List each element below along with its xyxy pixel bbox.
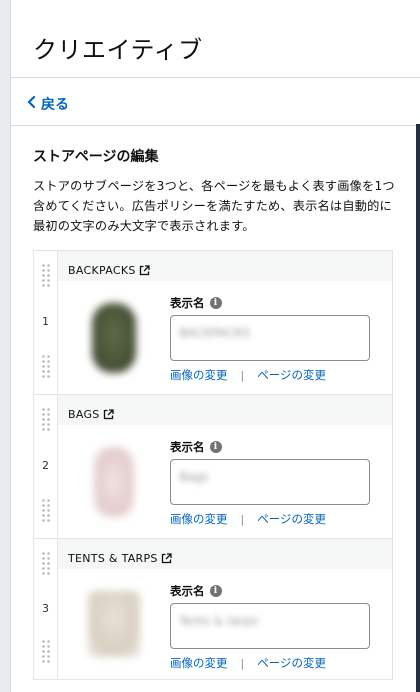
drag-handle-icon xyxy=(40,498,51,524)
section-title: ストアページの編集 xyxy=(33,149,159,165)
display-name-label: 表示名 i xyxy=(170,295,392,311)
subpage-index: 2 xyxy=(42,459,49,472)
drag-handle-icon xyxy=(40,263,51,289)
subpage-index: 1 xyxy=(42,315,49,328)
subpage-item[interactable]: 1 BACKPACKS 表示名 i BACKPACKS 画像の変更 | ページの… xyxy=(34,251,392,395)
back-label: 戻る xyxy=(41,97,69,113)
subpage-list: 1 BACKPACKS 表示名 i BACKPACKS 画像の変更 | ページの… xyxy=(33,250,393,680)
subpage-header[interactable]: BAGS xyxy=(58,395,392,425)
drag-handle[interactable]: 2 xyxy=(34,395,58,538)
change-page-link[interactable]: ページの変更 xyxy=(257,367,326,383)
store-page-editor: ストアページの編集 ストアのサブページを3つと、各ページを最もよく表す画像を1つ… xyxy=(11,126,420,680)
subpage-image xyxy=(94,447,134,517)
separator: | xyxy=(240,512,245,526)
subpage-image xyxy=(88,591,140,657)
display-name-value: Bags xyxy=(179,470,209,484)
display-name-value: Tents & tarps xyxy=(179,614,259,628)
separator: | xyxy=(240,368,245,382)
drag-handle-icon xyxy=(40,407,51,433)
change-image-link[interactable]: 画像の変更 xyxy=(170,511,228,527)
section-description: ストアのサブページを3つと、各ページを最もよく表す画像を1つ含めてください。広告… xyxy=(33,179,395,233)
display-name-label-text: 表示名 xyxy=(170,584,205,598)
subpage-name: BACKPACKS xyxy=(68,263,136,277)
display-name-label: 表示名 i xyxy=(170,583,392,599)
subpage-name: BAGS xyxy=(68,407,100,421)
subpage-item[interactable]: 2 BAGS 表示名 i Bags 画像の変更 | ページの変更 xyxy=(34,395,392,539)
display-name-input[interactable]: Tents & tarps xyxy=(170,603,370,649)
drag-handle-icon xyxy=(40,354,51,380)
subpage-index: 3 xyxy=(42,601,49,615)
info-icon[interactable]: i xyxy=(209,297,222,309)
creative-panel: クリエイティブ 戻る ストアページの編集 ストアのサブページを3つと、各ページを… xyxy=(10,0,420,692)
change-image-link[interactable]: 画像の変更 xyxy=(170,655,228,671)
change-page-link[interactable]: ページの変更 xyxy=(257,511,326,527)
subpage-image xyxy=(92,303,136,373)
drag-handle[interactable]: 3 xyxy=(34,539,58,679)
display-name-label-text: 表示名 xyxy=(170,296,205,310)
display-name-input[interactable]: Bags xyxy=(170,459,370,505)
chevron-left-icon xyxy=(27,95,39,112)
external-link-icon[interactable] xyxy=(161,552,172,564)
display-name-label-text: 表示名 xyxy=(170,440,205,454)
info-icon[interactable]: i xyxy=(209,585,222,597)
display-name-value: BACKPACKS xyxy=(179,326,250,340)
change-image-link[interactable]: 画像の変更 xyxy=(170,367,228,383)
separator: | xyxy=(240,656,245,670)
back-link[interactable]: 戻る xyxy=(27,94,69,114)
side-panel-edge xyxy=(416,124,420,692)
display-name-label: 表示名 i xyxy=(170,439,392,455)
drag-handle-icon xyxy=(40,551,51,577)
external-link-icon[interactable] xyxy=(139,264,150,276)
drag-handle[interactable]: 1 xyxy=(34,251,58,394)
drag-handle-icon xyxy=(40,639,51,665)
back-bar: 戻る xyxy=(11,78,420,126)
panel-header: クリエイティブ xyxy=(11,0,420,78)
external-link-icon[interactable] xyxy=(103,408,114,420)
display-name-input[interactable]: BACKPACKS xyxy=(170,315,370,361)
subpage-header[interactable]: BACKPACKS xyxy=(58,251,392,281)
subpage-item[interactable]: 3 TENTS & TARPS 表示名 i Tents & tarps 画像の変… xyxy=(34,539,392,679)
page-title: クリエイティブ xyxy=(33,36,203,64)
info-icon[interactable]: i xyxy=(209,441,222,453)
change-page-link[interactable]: ページの変更 xyxy=(257,655,326,671)
subpage-name: TENTS & TARPS xyxy=(68,551,158,565)
subpage-header[interactable]: TENTS & TARPS xyxy=(58,539,392,569)
